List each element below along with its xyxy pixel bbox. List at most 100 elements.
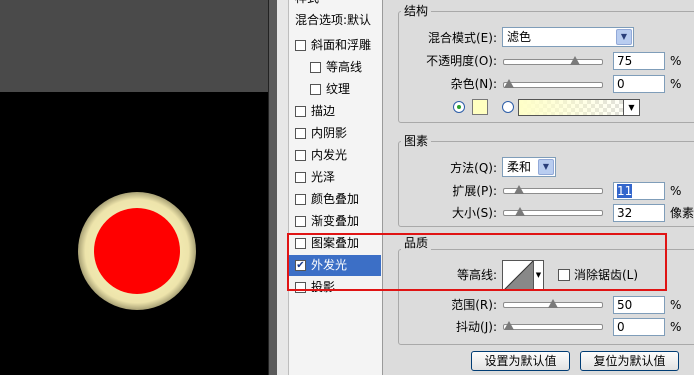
- style-item[interactable]: 颜色叠加: [289, 189, 381, 210]
- range-slider[interactable]: [503, 299, 603, 308]
- chevron-down-icon: ▼: [616, 29, 632, 45]
- opacity-slider-thumb[interactable]: [570, 56, 580, 65]
- style-item[interactable]: 描边: [289, 101, 381, 122]
- style-item[interactable]: 渐变叠加: [289, 211, 381, 232]
- glow-color-swatch[interactable]: [472, 99, 488, 115]
- red-circle-shape: [94, 208, 180, 294]
- contour-picker[interactable]: [502, 260, 534, 290]
- style-item-label: 颜色叠加: [311, 192, 360, 206]
- size-label: 大小(S):: [451, 206, 497, 220]
- outer-glow-panel: 结构 混合模式(E): 滤色 ▼ 不透明度(O): 75 % 杂色(N): 0 …: [384, 0, 694, 375]
- style-checkbox[interactable]: [295, 282, 306, 293]
- spread-label: 扩展(P):: [452, 184, 497, 198]
- document-canvas[interactable]: [0, 0, 277, 375]
- style-checkbox[interactable]: [295, 216, 306, 227]
- contour-dropdown-icon[interactable]: ▼: [534, 260, 544, 290]
- dialog-edge: [277, 0, 289, 375]
- style-checkbox[interactable]: [295, 172, 306, 183]
- style-item-label: 光泽: [311, 170, 336, 184]
- style-item-label: 等高线: [326, 60, 363, 74]
- spread-slider[interactable]: [503, 185, 603, 194]
- anti-alias-checkbox[interactable]: [558, 269, 570, 281]
- style-checkbox[interactable]: [295, 194, 306, 205]
- spread-unit: %: [670, 184, 682, 198]
- blending-options-item[interactable]: 混合选项:默认: [289, 10, 383, 30]
- range-label: 范围(R):: [451, 298, 497, 312]
- style-item[interactable]: 投影: [289, 277, 381, 298]
- style-item-label: 渐变叠加: [311, 214, 360, 228]
- size-unit: 像素: [670, 206, 694, 220]
- style-item[interactable]: 斜面和浮雕: [289, 35, 381, 56]
- style-checkbox[interactable]: [295, 128, 306, 139]
- noise-label: 杂色(N):: [450, 77, 497, 91]
- technique-select[interactable]: 柔和 ▼: [502, 157, 556, 177]
- jitter-slider[interactable]: [503, 321, 603, 330]
- gradient-dropdown-icon[interactable]: ▼: [623, 100, 639, 115]
- range-unit: %: [670, 298, 682, 312]
- noise-slider[interactable]: [503, 79, 603, 88]
- style-item-label: 内阴影: [311, 126, 348, 140]
- style-list-header-partial: 样式: [289, 0, 383, 8]
- style-checkbox[interactable]: [295, 238, 306, 249]
- chevron-down-icon: ▼: [538, 159, 554, 175]
- elements-title: 图素: [401, 134, 432, 148]
- style-item-label: 图案叠加: [311, 236, 360, 250]
- opacity-input[interactable]: 75: [613, 52, 665, 70]
- noise-slider-thumb[interactable]: [504, 79, 514, 88]
- size-slider[interactable]: [503, 207, 603, 216]
- make-default-button[interactable]: 设置为默认值: [471, 351, 570, 371]
- spread-slider-thumb[interactable]: [514, 185, 524, 194]
- style-checkbox[interactable]: [295, 150, 306, 161]
- style-item-label: 斜面和浮雕: [311, 38, 372, 52]
- style-item-label: 内发光: [311, 148, 348, 162]
- jitter-slider-thumb[interactable]: [504, 321, 514, 330]
- size-slider-thumb[interactable]: [515, 207, 525, 216]
- style-item[interactable]: 图案叠加: [289, 233, 381, 254]
- structure-title: 结构: [401, 4, 432, 18]
- style-item[interactable]: ✔ 外发光: [289, 255, 381, 276]
- noise-unit: %: [670, 77, 682, 91]
- style-item-label: 外发光: [311, 258, 348, 272]
- style-checkbox[interactable]: [310, 62, 321, 73]
- style-item[interactable]: 内发光: [289, 145, 381, 166]
- opacity-slider[interactable]: [503, 56, 603, 65]
- style-checkbox[interactable]: [295, 40, 306, 51]
- style-list: 样式 混合选项:默认 斜面和浮雕等高线纹理描边内阴影内发光光泽颜色叠加渐变叠加图…: [289, 0, 383, 375]
- blend-mode-value: 滤色: [507, 30, 532, 44]
- noise-input[interactable]: 0: [613, 75, 665, 93]
- spread-input[interactable]: 11: [613, 182, 665, 200]
- contour-label: 等高线:: [456, 268, 497, 282]
- panel-splitter[interactable]: [268, 0, 277, 375]
- solid-color-radio[interactable]: [453, 101, 465, 113]
- technique-value: 柔和: [507, 160, 532, 174]
- style-item[interactable]: 纹理: [289, 79, 381, 100]
- blend-mode-label: 混合模式(E):: [428, 31, 497, 45]
- style-checkbox[interactable]: [295, 106, 306, 117]
- style-item[interactable]: 等高线: [289, 57, 381, 78]
- style-checkbox[interactable]: [310, 84, 321, 95]
- style-item[interactable]: 内阴影: [289, 123, 381, 144]
- style-item[interactable]: 光泽: [289, 167, 381, 188]
- jitter-input[interactable]: 0: [613, 318, 665, 336]
- style-item-label: 纹理: [326, 82, 351, 96]
- technique-label: 方法(Q):: [450, 161, 497, 175]
- range-slider-thumb[interactable]: [548, 299, 558, 308]
- jitter-unit: %: [670, 320, 682, 334]
- opacity-label: 不透明度(O):: [426, 54, 497, 68]
- blend-mode-select[interactable]: 滤色 ▼: [502, 27, 634, 47]
- gradient-radio[interactable]: [502, 101, 514, 113]
- quality-title: 品质: [401, 236, 432, 250]
- reset-default-button[interactable]: 复位为默认值: [580, 351, 679, 371]
- size-input[interactable]: 32: [613, 204, 665, 222]
- jitter-label: 抖动(J):: [456, 320, 497, 334]
- contour-curve-icon: [504, 261, 533, 289]
- canvas-pasteboard: [0, 0, 277, 92]
- style-item-label: 投影: [311, 280, 336, 294]
- style-item-label: 描边: [311, 104, 336, 118]
- anti-alias-label: 消除锯齿(L): [574, 268, 639, 282]
- style-checkbox[interactable]: ✔: [295, 260, 306, 271]
- layer-style-dialog: 样式 混合选项:默认 斜面和浮雕等高线纹理描边内阴影内发光光泽颜色叠加渐变叠加图…: [277, 0, 694, 375]
- opacity-unit: %: [670, 54, 682, 68]
- range-input[interactable]: 50: [613, 296, 665, 314]
- glow-gradient-picker[interactable]: ▼: [518, 99, 640, 116]
